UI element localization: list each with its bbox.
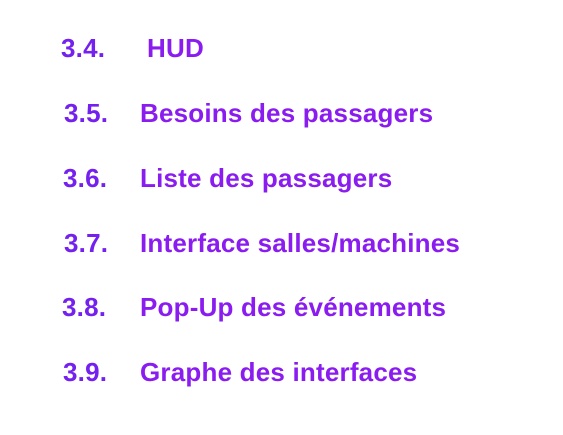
- section-number: 3.5.: [64, 98, 109, 128]
- section-number: 3.7.: [64, 228, 109, 258]
- section-title: Liste des passagers: [140, 163, 393, 193]
- section-title: HUD: [147, 33, 204, 63]
- section-title: Pop-Up des événements: [140, 292, 447, 322]
- section-title: Besoins des passagers: [140, 98, 434, 128]
- section-title: Interface salles/machines: [140, 228, 461, 258]
- section-number: 3.9.: [63, 357, 108, 387]
- table-of-contents: 3.4. HUD 3.5. Besoins des passagers 3.6.…: [0, 0, 563, 435]
- section-number: 3.8.: [62, 292, 107, 322]
- section-title: Graphe des interfaces: [140, 357, 418, 387]
- section-number: 3.4.: [61, 33, 106, 63]
- section-number: 3.6.: [63, 163, 108, 193]
